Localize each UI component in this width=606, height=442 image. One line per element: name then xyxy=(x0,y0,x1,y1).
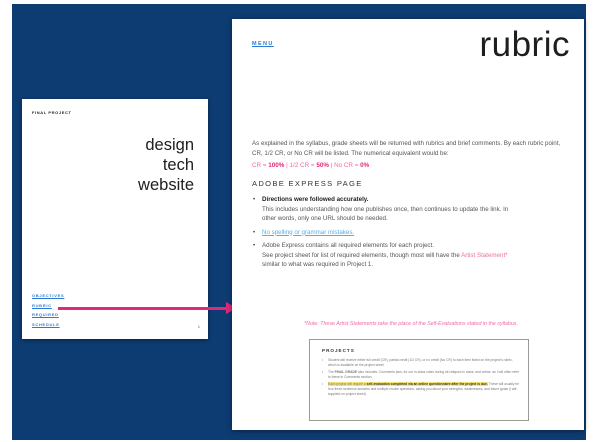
project-label: FINAL PROJECT xyxy=(32,110,72,115)
projects-item: • Student will receive either full credi… xyxy=(322,358,520,368)
menu-link[interactable]: MENU xyxy=(252,41,274,47)
cover-title-line: tech xyxy=(162,156,194,174)
scale-cr-value: 100% xyxy=(268,162,285,169)
rubric-item: • Adobe Express contains all required el… xyxy=(252,241,570,270)
footnote: *Note: These Artist Statements take the … xyxy=(304,321,518,327)
bullet-icon: • xyxy=(322,358,324,362)
rubric-item: • Directions were followed accurately. T… xyxy=(252,195,570,224)
projects-item-highlight: Each project will require a xyxy=(328,381,367,386)
page-title: rubric xyxy=(479,25,570,64)
cover-title-line: design xyxy=(145,136,194,154)
spelling-link[interactable]: No spelling or grammar mistakes. xyxy=(262,229,354,236)
projects-box: PROJECTS • Student will receive either f… xyxy=(309,339,529,421)
rubric-item-text: Adobe Express contains all required elem… xyxy=(262,242,434,249)
projects-item-text: The xyxy=(328,369,335,374)
bullet-icon: • xyxy=(322,369,324,374)
screenshot: FINAL PROJECT design tech website OBJECT… xyxy=(0,0,606,442)
cover-page: FINAL PROJECT design tech website OBJECT… xyxy=(22,99,208,339)
rubric-item-text-part: See project sheet for list of required e… xyxy=(262,251,462,259)
nav-link-required[interactable]: REQUIRED xyxy=(32,310,64,320)
projects-item-text: Student will receive either full credit … xyxy=(328,358,513,368)
projects-list: • Student will receive either full credi… xyxy=(322,358,520,399)
arrow-line xyxy=(58,307,228,310)
projects-title: PROJECTS xyxy=(322,348,355,353)
rubric-item-text: See project sheet for list of required e… xyxy=(262,251,570,261)
nav-link-schedule[interactable]: SCHEDULE xyxy=(32,320,64,330)
bullet-icon: • xyxy=(253,228,256,236)
nav-link-objectives[interactable]: OBJECTIVES xyxy=(32,291,64,301)
scale-cr-label: CR = xyxy=(252,162,269,169)
cover-title-line: website xyxy=(138,176,194,194)
page-number: 1 xyxy=(197,324,200,329)
projects-item: • The FINAL GRADE also includes: Comment… xyxy=(322,370,520,380)
scale-no-label: No CR = xyxy=(334,162,361,169)
projects-item-highlight-bold: self-evaluation completed via an online … xyxy=(366,381,488,386)
rubric-item-heading: Directions were followed accurately. xyxy=(262,196,369,203)
cover-nav: OBJECTIVES RUBRIC REQUIRED SCHEDULE xyxy=(32,291,64,329)
scale-no-value: 0% xyxy=(360,162,370,169)
bullet-icon: • xyxy=(322,381,324,386)
rubric-item: • No spelling or grammar mistakes. xyxy=(252,228,570,238)
grading-scale: CR = 100% | 1/2 CR = 50% | No CR = 0% xyxy=(252,162,369,169)
scale-half-value: 50% xyxy=(316,162,329,169)
asterisk: * xyxy=(505,251,508,259)
rubric-item-text: other words, only one URL should be need… xyxy=(262,215,388,222)
intro-paragraph: As explained in the syllabus, grade shee… xyxy=(252,140,561,157)
rubric-item-text: similar to what was required in Project … xyxy=(262,261,374,268)
rubric-list: • Directions were followed accurately. T… xyxy=(252,195,570,274)
rubric-page: MENU rubric As explained in the syllabus… xyxy=(232,19,584,430)
projects-item: • Each project will require a self-evalu… xyxy=(322,381,520,398)
scale-half-label: 1/2 CR = xyxy=(289,162,317,169)
projects-item-text: also includes: Comments plus, for our in… xyxy=(328,369,520,380)
section-heading: ADOBE EXPRESS PAGE xyxy=(252,179,363,188)
bullet-icon: • xyxy=(253,242,256,249)
rubric-item-text: This includes understanding how one publ… xyxy=(262,205,509,213)
artist-statement-link[interactable]: Artist Statement xyxy=(461,252,505,259)
bullet-icon: • xyxy=(253,196,256,203)
cover-title: design tech website xyxy=(138,135,194,195)
projects-item-bold: FINAL GRADE xyxy=(334,369,358,374)
